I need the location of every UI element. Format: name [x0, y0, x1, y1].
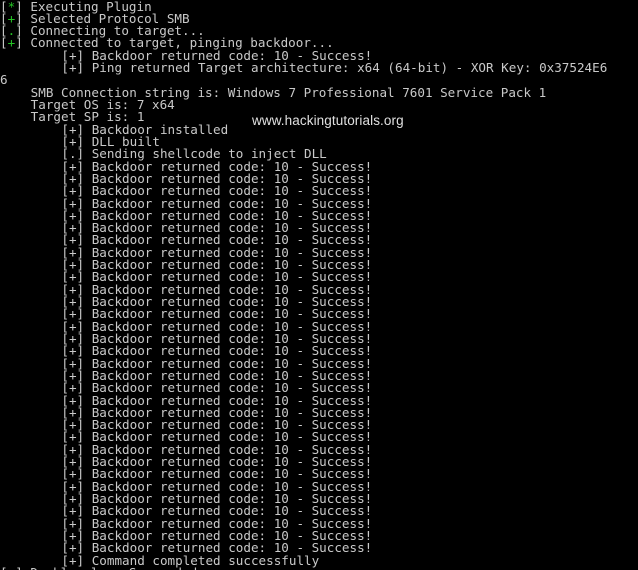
log-message: Ping returned Target architecture: x64 (…: [84, 60, 608, 76]
status-symbol: +: [68, 60, 77, 76]
log-message: Doublepulsar Succeeded: [23, 565, 197, 570]
terminal-output-log: [*] Executing Plugin [+] Selected Protoco…: [0, 0, 638, 570]
status-bracket-close: ]: [15, 35, 23, 51]
watermark-text: www.hackingtutorials.org: [252, 113, 404, 128]
status-bracket-open: [: [61, 60, 69, 76]
terminal-window[interactable]: [*] Executing Plugin [+] Selected Protoco…: [0, 0, 638, 570]
terminal-line: [+] Ping returned Target architecture: x…: [0, 60, 638, 76]
status-bracket-close: ]: [76, 60, 85, 76]
status-bracket-close: ]: [15, 565, 23, 570]
log-message: 6: [0, 72, 8, 88]
status-bracket-open: [: [0, 565, 8, 570]
status-bracket-open: [: [0, 35, 8, 51]
